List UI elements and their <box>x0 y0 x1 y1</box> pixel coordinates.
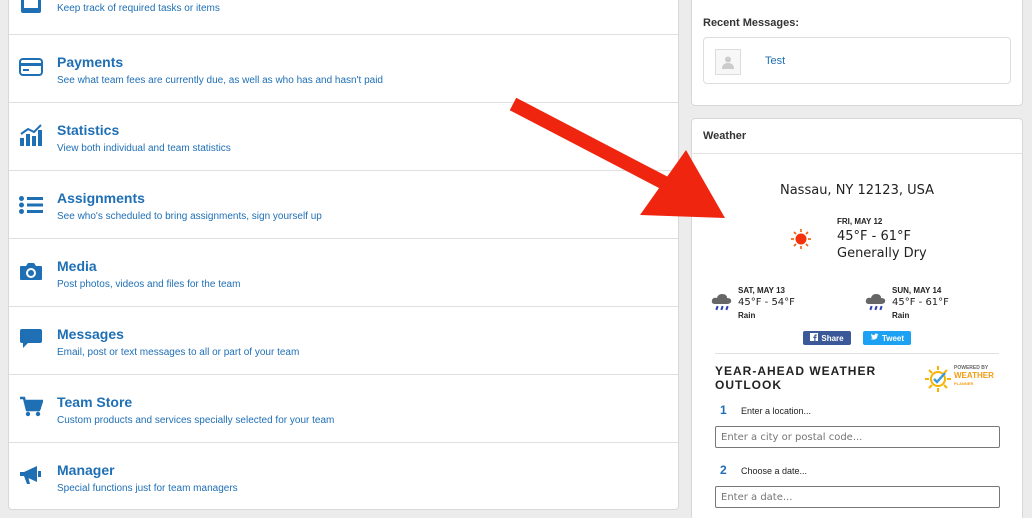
bar-chart-icon <box>19 123 43 147</box>
camera-icon <box>19 259 43 283</box>
feature-item-media[interactable]: Media Post photos, videos and files for … <box>9 239 678 307</box>
tweet-label: Tweet <box>881 333 905 343</box>
avatar <box>715 49 741 75</box>
weather-planner-brand: WEATHER <box>954 371 994 380</box>
feature-title[interactable]: Assignments <box>57 190 145 206</box>
step-label: Choose a date... <box>741 466 808 476</box>
today-date: FRI, MAY 12 <box>837 217 883 226</box>
weather-planner-sub: PLANNER <box>954 381 974 386</box>
forecast-date: SUN, MAY 14 <box>892 286 942 295</box>
feature-title[interactable]: Manager <box>57 462 115 478</box>
forecast-condition: Rain <box>892 311 910 320</box>
feature-item-tasks[interactable]: Keep track of required tasks or items <box>9 0 678 35</box>
weather-planner-logo[interactable]: POWERED BY WEATHER PLANNER <box>924 363 1004 395</box>
facebook-icon <box>810 333 819 343</box>
rain-cloud-icon <box>864 292 888 317</box>
feature-desc: View both individual and team statistics <box>57 143 231 154</box>
divider <box>692 153 1022 154</box>
megaphone-icon <box>19 463 43 487</box>
chat-bubble-icon <box>19 327 43 351</box>
feature-desc: Post photos, videos and files for the te… <box>57 279 241 290</box>
weather-location: Nassau, NY 12123, USA <box>779 183 935 198</box>
feature-title[interactable]: Media <box>57 258 97 274</box>
feature-desc: Keep track of required tasks or items <box>57 3 220 14</box>
divider <box>715 353 999 354</box>
recent-messages-panel: Recent Messages: Test <box>691 0 1023 106</box>
list-icon <box>19 193 43 217</box>
feature-item-statistics[interactable]: Statistics View both individual and team… <box>9 103 678 171</box>
shopping-cart-icon <box>19 395 43 419</box>
feature-desc: Special functions just for team managers <box>57 483 238 494</box>
checklist-icon <box>19 0 43 17</box>
feature-item-team-store[interactable]: Team Store Custom products and services … <box>9 375 678 443</box>
feature-title[interactable]: Team Store <box>57 394 132 410</box>
page: Keep track of required tasks or items Pa… <box>0 0 1032 518</box>
date-input[interactable] <box>715 486 1000 508</box>
feature-desc: Custom products and services specially s… <box>57 415 335 426</box>
recent-messages-heading: Recent Messages: <box>703 17 799 29</box>
feature-item-payments[interactable]: Payments See what team fees are currentl… <box>9 35 678 103</box>
weather-heading: Weather <box>703 130 747 142</box>
feature-desc: See who's scheduled to bring assignments… <box>57 211 322 222</box>
step-number: 1 <box>720 403 727 417</box>
today-condition: Generally Dry <box>837 246 927 261</box>
step-number: 2 <box>720 463 727 477</box>
feature-item-messages[interactable]: Messages Email, post or text messages to… <box>9 307 678 375</box>
step-label: Enter a location... <box>741 406 812 416</box>
feature-list: Keep track of required tasks or items Pa… <box>8 0 679 510</box>
feature-title[interactable]: Statistics <box>57 122 119 138</box>
share-label: Share <box>821 333 844 343</box>
message-list-item[interactable]: Test <box>703 37 1011 84</box>
forecast-temperature: 45°F - 61°F <box>892 297 949 308</box>
forecast-temperature: 45°F - 54°F <box>738 297 795 308</box>
feature-desc: Email, post or text messages to all or p… <box>57 347 300 358</box>
message-link[interactable]: Test <box>765 55 785 67</box>
year-ahead-outlook-title: YEAR-AHEAD WEATHER OUTLOOK <box>715 364 877 392</box>
feature-item-assignments[interactable]: Assignments See who's scheduled to bring… <box>9 171 678 239</box>
today-temperature: 45°F - 61°F <box>837 229 911 244</box>
sun-icon <box>790 228 812 255</box>
weather-panel: Weather Nassau, NY 12123, USA FRI, MAY 1… <box>691 118 1023 518</box>
feature-title[interactable]: Messages <box>57 326 124 342</box>
forecast-condition: Rain <box>738 311 756 320</box>
feature-title[interactable]: Payments <box>57 54 123 70</box>
feature-item-manager[interactable]: Manager Special functions just for team … <box>9 443 678 509</box>
credit-card-icon <box>19 55 43 79</box>
feature-desc: See what team fees are currently due, as… <box>57 75 383 86</box>
location-input[interactable] <box>715 426 1000 448</box>
sun-check-icon <box>924 365 952 398</box>
twitter-icon <box>870 333 879 343</box>
forecast-date: SAT, MAY 13 <box>738 286 785 295</box>
facebook-share-button[interactable]: Share <box>803 331 851 345</box>
tweet-button[interactable]: Tweet <box>863 331 911 345</box>
rain-cloud-icon <box>710 292 734 317</box>
